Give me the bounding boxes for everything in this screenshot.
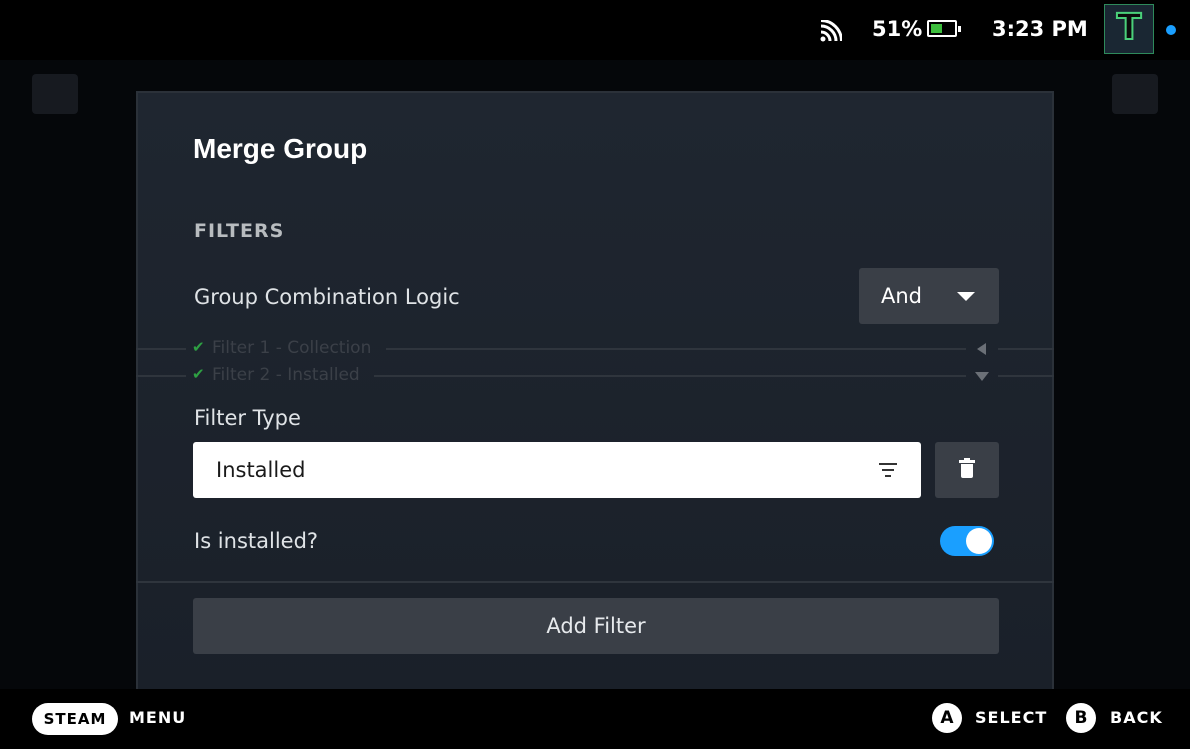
trash-icon xyxy=(959,458,975,479)
group-combination-logic-dropdown[interactable]: And xyxy=(859,268,999,324)
b-button-icon[interactable]: B xyxy=(1066,703,1096,733)
toggle-knob xyxy=(966,528,992,554)
clock: 3:23 PM xyxy=(992,17,1088,41)
delete-filter-button[interactable] xyxy=(935,442,999,498)
is-installed-label: Is installed? xyxy=(194,529,319,553)
filter-row-label: Filter 2 - Installed xyxy=(212,365,360,385)
dialog-title: Merge Group xyxy=(193,133,368,164)
battery-percent: 51% xyxy=(872,17,923,41)
expand-down-icon xyxy=(975,372,989,381)
divider-line xyxy=(374,375,966,377)
filter-accordion-row[interactable]: ✔ Filter 1 - Collection xyxy=(136,338,1054,360)
avatar[interactable]: T xyxy=(1104,4,1154,54)
filter-type-dropdown[interactable]: Installed xyxy=(193,442,921,498)
select-label: SELECT xyxy=(975,708,1048,727)
status-bar: 51% 3:23 PM T xyxy=(0,0,1190,60)
back-label: BACK xyxy=(1110,708,1163,727)
collapse-left-icon xyxy=(977,343,986,355)
filter-lines-icon xyxy=(879,463,897,477)
divider-line xyxy=(136,348,186,350)
divider-line xyxy=(998,348,1054,350)
wifi-icon xyxy=(820,20,842,42)
background-tile xyxy=(32,74,78,114)
group-combination-logic-label: Group Combination Logic xyxy=(194,285,460,309)
filter-type-value: Installed xyxy=(216,458,306,482)
filter-row-label: Filter 1 - Collection xyxy=(212,338,372,358)
chevron-down-icon xyxy=(957,292,975,301)
filter-accordion-row[interactable]: ✔ Filter 2 - Installed xyxy=(136,365,1054,387)
battery-level xyxy=(931,24,942,33)
steam-button[interactable]: STEAM xyxy=(32,703,118,735)
divider-line xyxy=(386,348,966,350)
menu-label: MENU xyxy=(129,708,187,727)
merge-group-dialog: Merge Group FILTERS Group Combination Lo… xyxy=(136,91,1054,691)
divider-line xyxy=(998,375,1054,377)
section-label-filters: FILTERS xyxy=(194,220,285,242)
divider-line xyxy=(136,375,186,377)
dropdown-selected-value: And xyxy=(881,284,923,308)
filter-type-label: Filter Type xyxy=(194,406,301,430)
check-icon: ✔ xyxy=(192,365,205,383)
notification-dot xyxy=(1166,25,1176,35)
a-button-icon[interactable]: A xyxy=(932,703,962,733)
battery-icon xyxy=(927,20,961,37)
background-tile xyxy=(1112,74,1158,114)
avatar-letter: T xyxy=(1116,6,1143,49)
add-filter-button[interactable]: Add Filter xyxy=(193,598,999,654)
divider xyxy=(136,581,1054,583)
check-icon: ✔ xyxy=(192,338,205,356)
is-installed-toggle[interactable] xyxy=(940,526,994,556)
controller-hints-bar: STEAM MENU A SELECT B BACK xyxy=(0,689,1190,749)
